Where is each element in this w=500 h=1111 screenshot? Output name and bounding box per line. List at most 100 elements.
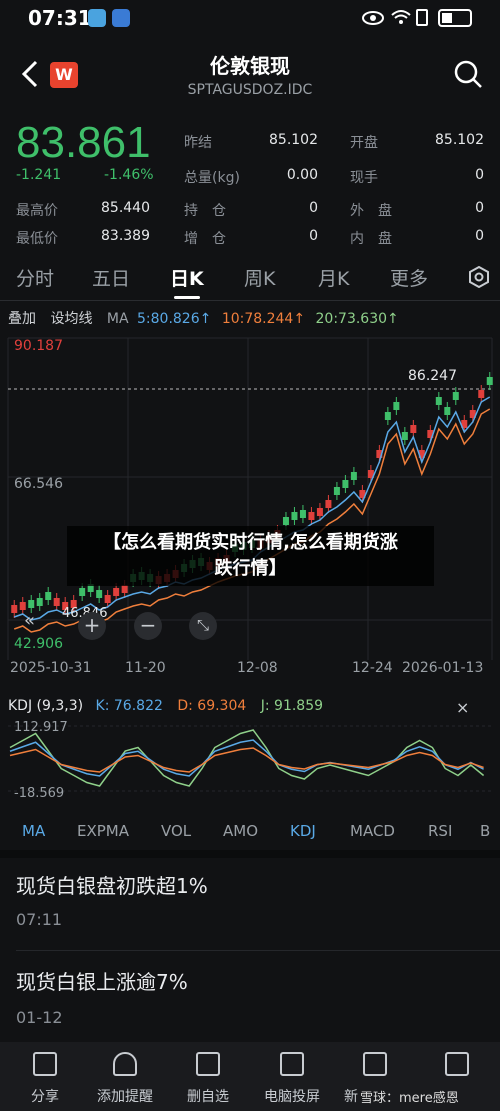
kdj-d-line [9,747,484,773]
field-value: 83.389 [101,228,150,244]
tab-more[interactable]: 更多 [390,264,428,291]
kdj-j-line [9,729,485,787]
fullscreen-icon[interactable]: ⤡ [189,612,217,640]
settings-icon[interactable] [468,266,490,288]
indicator-tab-rsi[interactable]: RSI [428,822,452,840]
search-icon[interactable] [454,60,484,90]
x-tick: 11-20 [125,660,166,676]
candle [444,407,451,415]
minus-box-icon [196,1052,220,1076]
y-axis-mid: 66.546 [14,476,63,492]
candle [104,595,111,603]
news-title: 现货白银上涨逾7% [16,970,188,994]
indicator-tab-vol[interactable]: VOL [161,822,191,840]
field-label: 持 仓 [184,203,226,219]
overlay-button[interactable]: 叠加 [8,311,36,327]
kdj-y-top: 112.917 [14,720,68,735]
share-button[interactable]: 分享 [0,1042,90,1111]
sim-icon [416,9,428,26]
weather-icon [88,9,106,27]
candle [79,588,86,596]
field-label: 最低价 [16,231,58,247]
bell-icon [113,1052,137,1076]
kdj-d: D: 69.304 [177,698,247,714]
kdj-legend: KDJ (9,3,3) K: 76.822 D: 69.304 J: 91.85… [8,698,323,714]
news-time: 01-12 [16,1008,63,1027]
indicator-tab-macd[interactable]: MACD [350,822,395,840]
share-label: 分享 [31,1089,59,1105]
add-alert-label: 添加提醒 [97,1089,153,1105]
set-ma-button[interactable]: 设均线 [50,311,92,327]
tab-intraday[interactable]: 分时 [16,264,54,291]
ma10-value: 10:78.244↑ [221,311,306,327]
candle [316,508,323,516]
zoom-in-icon[interactable]: + [78,612,106,640]
field-label: 现手 [350,170,378,186]
news-item[interactable]: 现货白银上涨逾7% 01-12 [0,954,500,1044]
candle [393,402,400,410]
field-value: 85.102 [269,132,318,148]
ma10-line [13,408,491,633]
candle [410,425,417,433]
kdj-k: K: 76.822 [95,698,163,714]
indicator-tab-ma[interactable]: MA [22,822,45,840]
last-price: 83.861 [16,118,151,167]
indicator-tab-kdj[interactable]: KDJ [290,822,316,840]
candle [53,598,60,606]
field-value: 85.102 [435,132,484,148]
ma5-value: 5:80.826↑ [137,311,212,327]
field-value: 0 [309,228,318,244]
y-axis-bottom: 42.906 [14,636,63,652]
kdj-y-bottom: -18.569 [14,786,65,801]
candle [401,432,408,440]
watermark: 雪球：mere感恩 [360,1091,459,1106]
field-label: 昨结 [184,135,212,151]
divider [0,850,500,858]
kdj-j: J: 91.859 [260,698,324,714]
plus-box-icon [363,1052,387,1076]
indicator-tab-b[interactable]: B [480,822,490,840]
remove-watchlist-button[interactable]: 删自选 [163,1042,253,1111]
share-icon [33,1052,57,1076]
candle [486,377,493,385]
candle [325,500,332,508]
news-time: 07:11 [16,910,63,929]
candle [435,397,442,405]
candle [350,472,357,480]
tab-monthly-k[interactable]: 月K [318,264,349,291]
ma5-line [13,396,491,621]
candle [45,592,52,600]
candle [308,512,315,520]
x-tick: 2025-10-31 [10,660,92,676]
field-label: 开盘 [350,135,378,151]
tab-five-day[interactable]: 五日 [92,264,130,291]
tab-daily-k[interactable]: 日K [170,264,204,299]
x-axis-dates: 2025-10-31 11-20 12-08 12-24 2026-01-13 [0,660,500,680]
ma-label: MA [106,311,129,327]
field-label: 增 仓 [184,231,226,247]
cast-label: 电脑投屏 [264,1089,320,1105]
indicator-tab-amo[interactable]: AMO [223,822,258,840]
zoom-out-icon[interactable]: − [134,612,162,640]
prev-icon[interactable]: « [24,610,35,631]
candle [113,588,120,596]
candle [19,602,26,610]
candle [452,392,459,400]
field-value: 0 [309,200,318,216]
add-alert-button[interactable]: 添加提醒 [80,1042,170,1111]
ma20-value: 20:73.630↑ [315,311,399,327]
close-icon[interactable]: × [456,698,469,717]
news-item[interactable]: 现货白银盘初跌超1% 07:11 [0,858,500,954]
field-label: 总量(kg) [184,170,240,186]
monitor-icon [280,1052,304,1076]
indicator-tab-expma[interactable]: EXPMA [77,822,129,840]
candle [36,598,43,606]
candle [342,480,349,488]
kdj-chart [8,725,492,792]
cast-button[interactable]: 电脑投屏 [247,1042,337,1111]
tab-weekly-k[interactable]: 周K [244,264,275,291]
period-tabs: 分时 五日 日K 周K 月K 更多 [0,256,500,300]
x-tick: 2026-01-13 [402,660,484,676]
field-value: 0 [475,228,484,244]
candle [333,487,340,495]
